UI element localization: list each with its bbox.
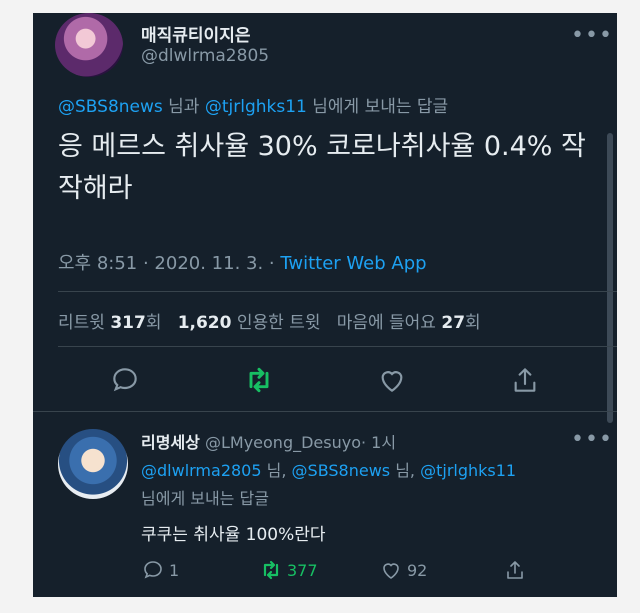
display-name[interactable]: 매직큐티이지은 — [141, 21, 250, 46]
more-options-icon[interactable]: ••• — [571, 429, 613, 451]
heart-icon — [383, 563, 399, 579]
retweets-stat[interactable]: 리트윗 317회 — [58, 313, 161, 333]
like-count: 92 — [407, 560, 428, 580]
tweet-frame: 매직큐티이지은 @dlwlrma2805 ••• @SBS8news 님과 @t… — [33, 13, 617, 597]
reply-icon — [113, 368, 137, 392]
scrollbar[interactable] — [607, 133, 613, 423]
mention-link[interactable]: @tjrlghks11 — [420, 461, 516, 480]
reply-text: 쿠쿠는 취사율 100%란다 — [141, 525, 326, 545]
divider — [58, 291, 617, 292]
reply-to-text: 님에게 보내는 답글 — [306, 97, 449, 117]
tweet-text: 응 메르스 취사율 30% 코로나취사율 0.4% 작작해라 — [58, 131, 586, 204]
divider — [33, 411, 617, 412]
reply-time[interactable]: · 1시 — [361, 433, 396, 452]
reply-to-text: 님에게 보내는 답글 — [141, 489, 269, 508]
tweet-time[interactable]: 오후 8:51 · 2020. 11. 3. · — [58, 253, 280, 274]
divider — [58, 346, 617, 347]
reply-to-line: @dlwlrma2805 님, @SBS8news 님, @tjrlghks11… — [141, 461, 517, 508]
more-options-icon[interactable]: ••• — [571, 25, 613, 47]
retweet-count: 377 — [287, 560, 318, 580]
source-link[interactable]: Twitter Web App — [280, 253, 426, 274]
user-handle[interactable]: @dlwlrma2805 — [141, 46, 269, 66]
like-button[interactable] — [376, 364, 408, 396]
mention-link[interactable]: @SBS8news — [58, 97, 163, 117]
timestamp: 오후 8:51 · 2020. 11. 3. · Twitter Web App — [58, 249, 427, 275]
likes-stat[interactable]: 마음에 들어요 27회 — [337, 313, 481, 333]
avatar[interactable] — [55, 13, 123, 77]
avatar[interactable] — [58, 429, 128, 499]
reply-icon — [144, 561, 162, 579]
user-handle[interactable]: @LMyeong_Desuyo — [205, 433, 361, 452]
share-icon — [507, 561, 523, 579]
reply-to-text: 님과 — [162, 97, 205, 117]
mention-link[interactable]: @tjrlghks11 — [205, 97, 307, 117]
quotes-stat[interactable]: 1,620 인용한 트윗 — [178, 313, 321, 333]
like-button[interactable]: 92 — [379, 557, 427, 583]
display-name[interactable]: 리명세상 — [141, 433, 200, 452]
retweet-button[interactable] — [243, 364, 275, 396]
retweet-icon — [263, 560, 279, 580]
share-button[interactable] — [503, 557, 531, 583]
heart-icon — [381, 371, 403, 392]
retweet-icon — [249, 367, 269, 393]
mention-link[interactable]: @dlwlrma2805 — [141, 461, 262, 480]
reply-header: 리명세상 @LMyeong_Desuyo· 1시 — [141, 429, 396, 453]
reply-button[interactable]: 1 — [141, 557, 179, 583]
reply-button[interactable] — [109, 364, 141, 396]
share-icon — [514, 368, 536, 392]
tweet-stats: 리트윗 317회 1,620 인용한 트윗 마음에 들어요 27회 — [58, 308, 481, 333]
share-button[interactable] — [509, 364, 541, 396]
retweet-button[interactable]: 377 — [259, 557, 318, 583]
reply-to-line: @SBS8news 님과 @tjrlghks11 님에게 보내는 답글 — [58, 92, 448, 117]
mention-link[interactable]: @SBS8news — [292, 461, 391, 480]
reply-count: 1 — [169, 560, 180, 580]
